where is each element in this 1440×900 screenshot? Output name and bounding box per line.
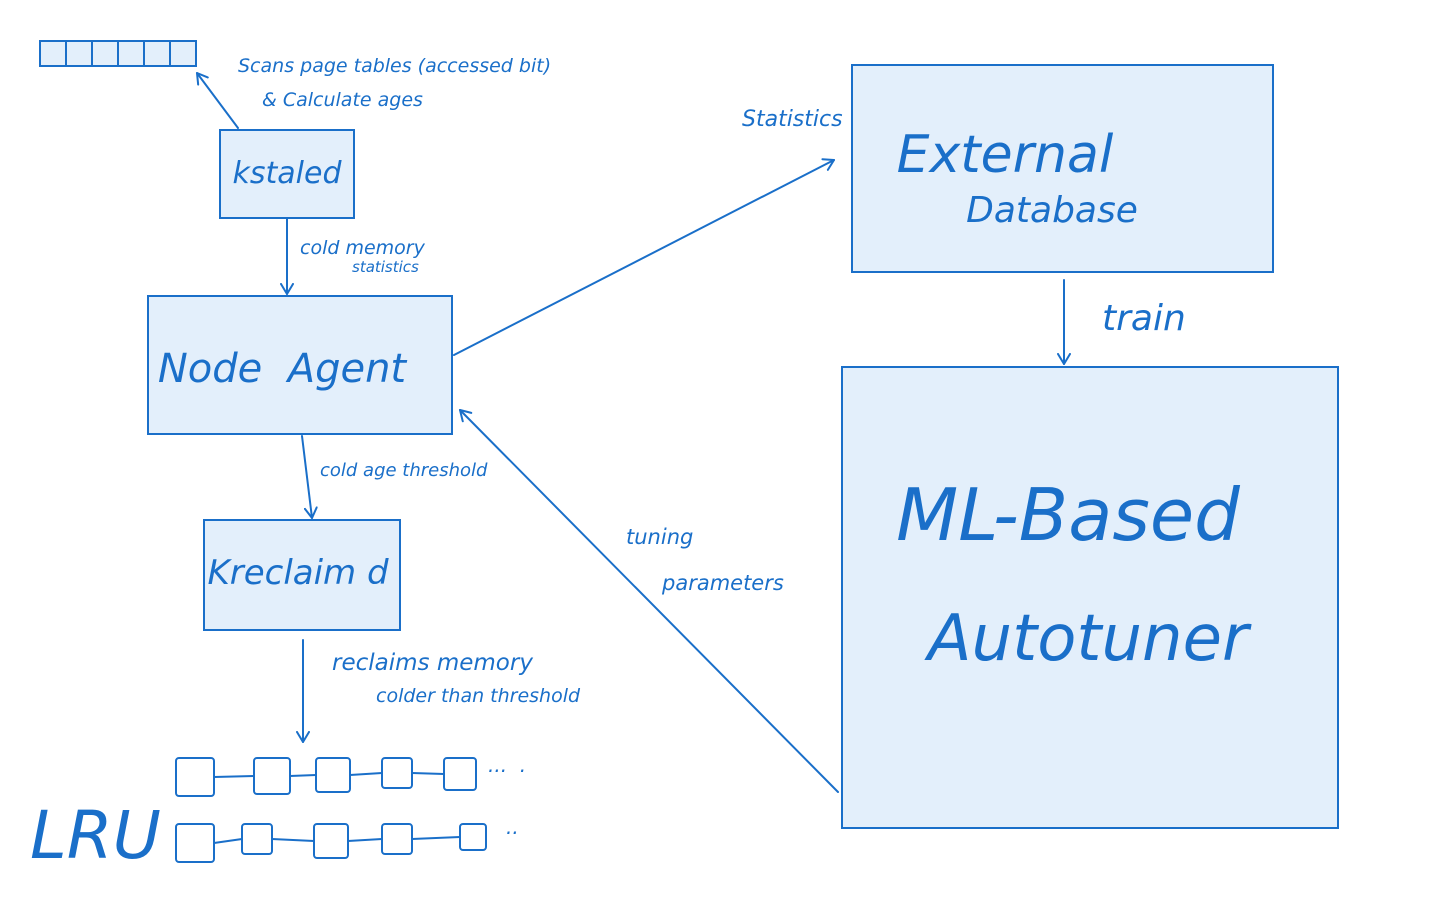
lru-page-node [175, 823, 215, 863]
train-label: train [1102, 298, 1186, 339]
lru-list-row-2 [175, 823, 487, 863]
lru-link [347, 838, 383, 842]
system-diagram: kstaled Node Agent Kreclaim d External D… [30, 40, 1339, 874]
lru-page-node [381, 757, 413, 789]
cold-memory-label-line2: statistics [352, 258, 419, 276]
lru-link [411, 836, 461, 840]
kstaled-to-page-table-arrow [196, 72, 239, 129]
lru-page-node [459, 823, 487, 851]
kstaled-label: kstaled [233, 156, 343, 191]
statistics-label: Statistics [742, 107, 843, 132]
kreclaimd-label: Kreclaim d [207, 553, 389, 593]
node-agent-to-database-arrow [453, 158, 835, 356]
page-table-cell [91, 40, 119, 67]
tuning-label-line2: parameters [661, 571, 784, 595]
page-table-cell [39, 40, 67, 67]
ml-autotuner-label-line1: ML-Based [896, 473, 1241, 557]
page-table-cell [65, 40, 93, 67]
lru-page-node [241, 823, 273, 855]
external-database-label-line1: External [897, 125, 1114, 185]
lru-link [271, 838, 315, 842]
node-agent-label: Node Agent [158, 346, 408, 392]
lru-row-1-ellipsis: ... . [488, 753, 526, 777]
external-database-label-line2: Database [966, 190, 1138, 231]
lru-page-node [381, 823, 413, 855]
node-agent-to-kreclaimd-arrow [301, 435, 318, 519]
lru-link [213, 775, 255, 778]
cold-memory-label-line1: cold memory [300, 237, 426, 259]
lru-link [349, 772, 383, 776]
page-table-cell [143, 40, 171, 67]
ml-autotuner-label-line2: Autotuner [924, 602, 1252, 676]
lru-page-node [313, 823, 349, 859]
page-table-cell [169, 40, 197, 67]
cold-age-threshold-label: cold age threshold [320, 460, 488, 481]
ml-autotuner-box [841, 366, 1339, 829]
lru-link [411, 772, 445, 775]
lru-page-node [443, 757, 477, 791]
lru-link [213, 838, 243, 844]
tuning-label-line1: tuning [626, 525, 693, 549]
lru-page-node [175, 757, 215, 797]
lru-list-row-1 [175, 757, 477, 797]
lru-row-2-ellipsis: .. [506, 815, 519, 839]
autotuner-to-node-agent-arrow [459, 409, 839, 793]
scans-label-line1: Scans page tables (accessed bit) [238, 55, 551, 77]
reclaims-label-line1: reclaims memory [332, 650, 533, 676]
lru-link [289, 774, 317, 777]
lru-page-node [253, 757, 291, 795]
lru-label: LRU [30, 797, 161, 874]
page-table-strip [39, 40, 197, 67]
scans-label-line2: & Calculate ages [262, 89, 423, 111]
lru-page-node [315, 757, 351, 793]
reclaims-label-line2: colder than threshold [376, 685, 581, 707]
page-table-cell [117, 40, 145, 67]
